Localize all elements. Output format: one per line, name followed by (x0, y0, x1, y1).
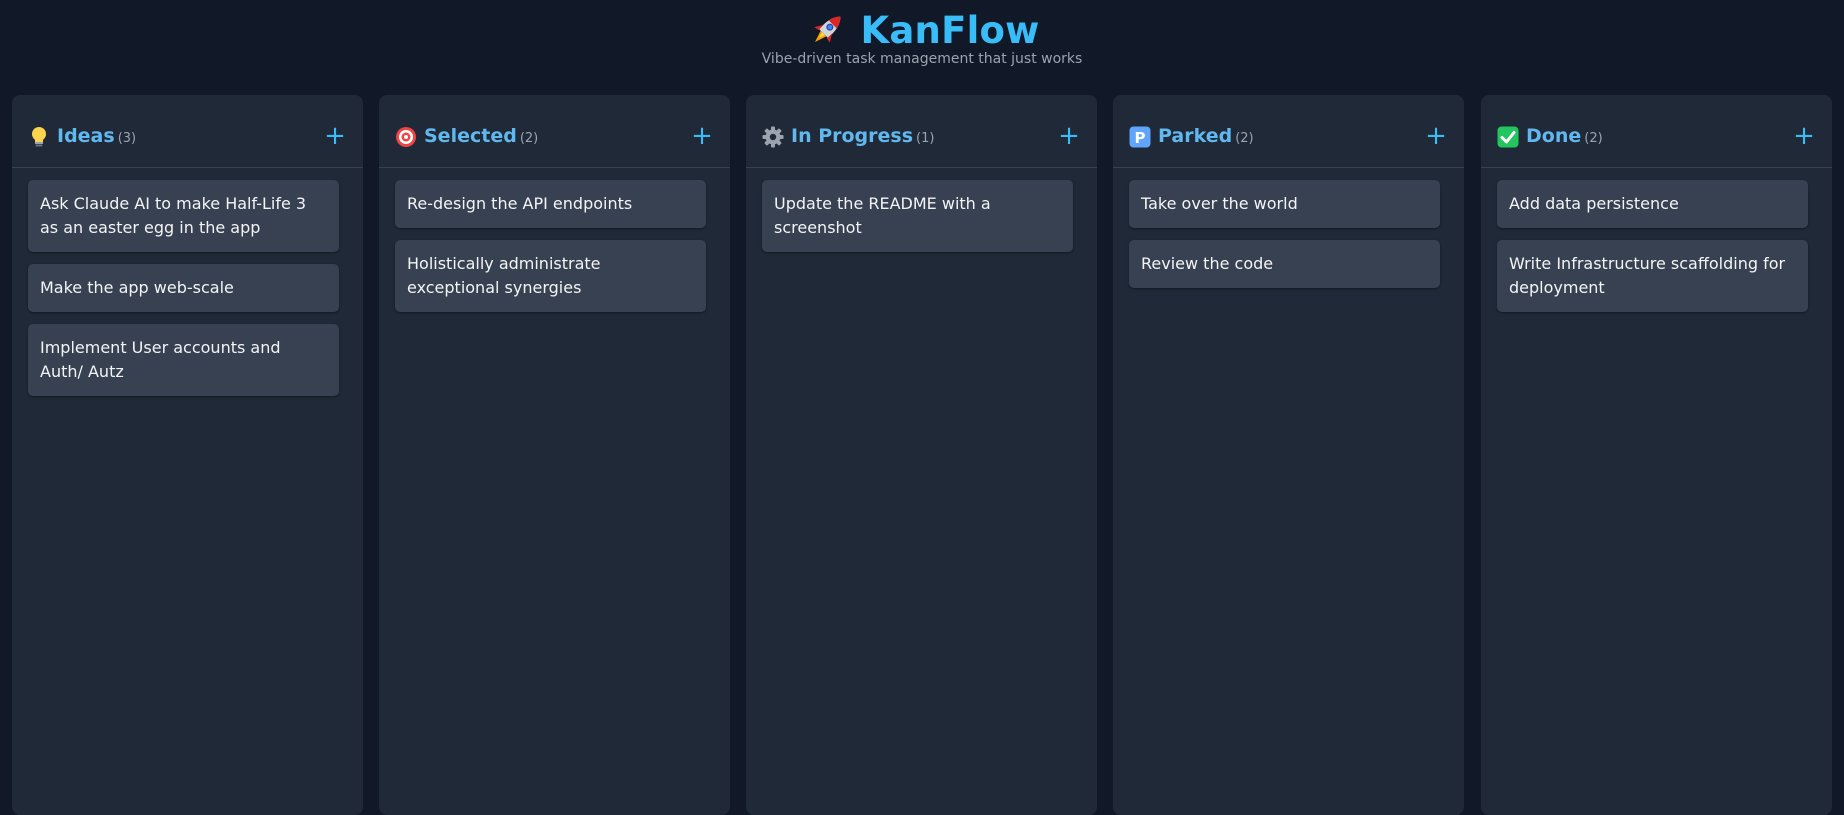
add-card-button[interactable]: + (1790, 122, 1818, 150)
column-header: P Parked (2) + (1113, 95, 1464, 168)
title-row: KanFlow (0, 8, 1844, 52)
card-list: Ask Claude AI to make Half-Life 3 as an … (28, 180, 339, 408)
task-card[interactable]: Implement User accounts and Auth/ Autz (28, 324, 339, 396)
column-in-progress: In Progress (1) + Update the README with … (746, 95, 1097, 815)
add-card-button[interactable]: + (1055, 122, 1083, 150)
card-list: Re-design the API endpoints Holistically… (395, 180, 706, 324)
task-card[interactable]: Holistically administrate exceptional sy… (395, 240, 706, 312)
card-list: Add data persistence Write Infrastructur… (1497, 180, 1808, 324)
task-card[interactable]: Ask Claude AI to make Half-Life 3 as an … (28, 180, 339, 252)
task-card[interactable]: Take over the world (1129, 180, 1440, 228)
app-header: KanFlow Vibe-driven task management that… (0, 0, 1844, 90)
check-mark-icon (1497, 126, 1519, 148)
add-card-button[interactable]: + (321, 122, 349, 150)
column-parked: P Parked (2) + Take over the world Review… (1113, 95, 1464, 815)
task-card[interactable]: Re-design the API endpoints (395, 180, 706, 228)
column-count: (3) (117, 131, 137, 146)
column-header: Done (2) + (1481, 95, 1832, 168)
column-selected: Selected (2) + Re-design the API endpoint… (379, 95, 730, 815)
column-title: Ideas (3) (57, 125, 137, 147)
column-count: (1) (916, 131, 935, 146)
task-card[interactable]: Make the app web-scale (28, 264, 339, 312)
column-header: In Progress (1) + (746, 95, 1097, 168)
column-header: Selected (2) + (379, 95, 730, 168)
app-title: KanFlow (860, 8, 1040, 52)
task-card[interactable]: Write Infrastructure scaffolding for dep… (1497, 240, 1808, 312)
column-ideas: Ideas (3) + Ask Claude AI to make Half-Li… (12, 95, 363, 815)
column-header: Ideas (3) + (12, 95, 363, 168)
add-card-button[interactable]: + (688, 122, 716, 150)
column-title: In Progress (1) (791, 125, 935, 147)
app-tagline: Vibe-driven task management that just wo… (761, 51, 1083, 67)
column-done: Done (2) + Add data persistence Write Inf… (1481, 95, 1832, 815)
card-list: Update the README with a screenshot (762, 180, 1073, 264)
parking-icon: P (1129, 126, 1151, 148)
add-card-button[interactable]: + (1422, 122, 1450, 150)
kanban-board: Ideas (3) + Ask Claude AI to make Half-Li… (12, 95, 1832, 815)
svg-text:P: P (1135, 129, 1146, 147)
column-count: (2) (1235, 131, 1254, 146)
card-list: Take over the world Review the code (1129, 180, 1440, 300)
task-card[interactable]: Review the code (1129, 240, 1440, 288)
column-title: Selected (2) (424, 125, 539, 147)
column-title: Parked (2) (1158, 125, 1254, 147)
rocket-icon (805, 8, 849, 52)
lightbulb-icon (28, 126, 50, 148)
column-count: (2) (519, 131, 539, 146)
target-icon (395, 126, 417, 148)
task-card[interactable]: Add data persistence (1497, 180, 1808, 228)
gear-icon (762, 126, 784, 148)
column-count: (2) (1584, 131, 1603, 146)
task-card[interactable]: Update the README with a screenshot (762, 180, 1073, 252)
column-title: Done (2) (1526, 125, 1603, 147)
